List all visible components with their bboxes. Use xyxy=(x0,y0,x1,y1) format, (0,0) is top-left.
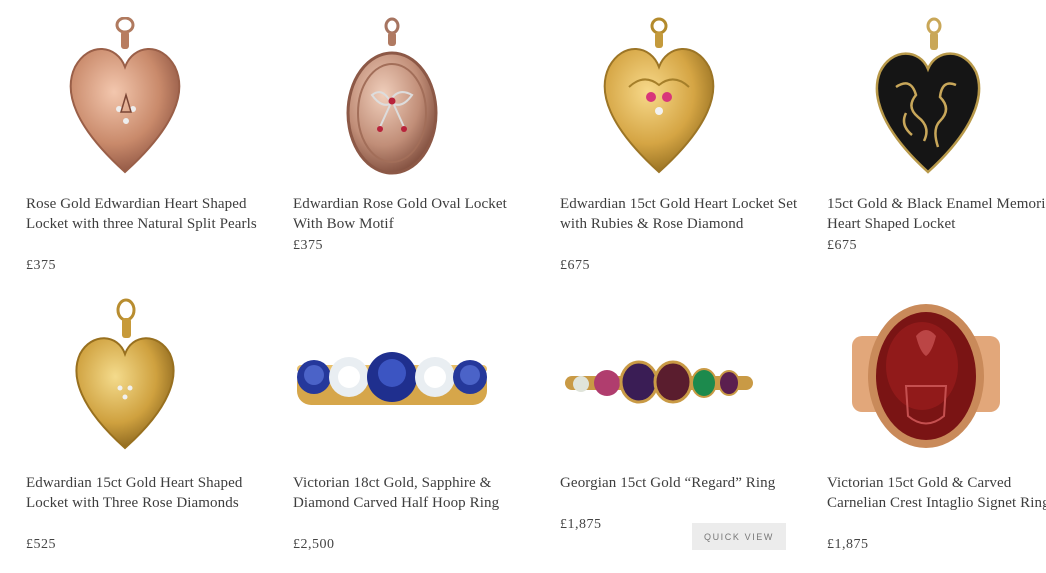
product-price: £2,500 xyxy=(293,537,335,552)
product-title[interactable]: 15ct Gold & Black Enamel Memorial Heart … xyxy=(827,194,1046,234)
product-image[interactable] xyxy=(267,291,517,461)
product-image[interactable] xyxy=(801,12,1046,182)
product-card[interactable]: Edwardian 15ct Gold Heart Locket Set wit… xyxy=(560,8,810,278)
product-price: £675 xyxy=(827,238,857,253)
product-card[interactable]: Victorian 15ct Gold & Carved Carnelian C… xyxy=(827,287,1046,557)
product-price: £375 xyxy=(26,258,56,273)
product-title[interactable]: Victorian 15ct Gold & Carved Carnelian C… xyxy=(827,473,1046,513)
product-image[interactable] xyxy=(0,12,250,182)
product-title[interactable]: Victorian 18ct Gold, Sapphire & Diamond … xyxy=(293,473,533,513)
product-card[interactable]: Edwardian 15ct Gold Heart Shaped Locket … xyxy=(26,287,276,557)
product-image[interactable] xyxy=(0,291,250,461)
product-title[interactable]: Georgian 15ct Gold “Regard” Ring xyxy=(560,473,800,493)
product-card[interactable]: Georgian 15ct Gold “Regard” Ring £1,875 xyxy=(560,287,810,557)
product-card[interactable]: Rose Gold Edwardian Heart Shaped Locket … xyxy=(26,8,276,278)
product-price: £1,875 xyxy=(560,517,602,532)
product-price: £375 xyxy=(293,238,323,253)
product-title[interactable]: Edwardian 15ct Gold Heart Shaped Locket … xyxy=(26,473,266,513)
product-title[interactable]: Rose Gold Edwardian Heart Shaped Locket … xyxy=(26,194,266,234)
quick-view-button[interactable]: QUICK VIEW xyxy=(692,523,786,550)
product-title[interactable]: Edwardian Rose Gold Oval Locket With Bow… xyxy=(293,194,533,234)
product-card[interactable]: Victorian 18ct Gold, Sapphire & Diamond … xyxy=(293,287,543,557)
product-image[interactable] xyxy=(534,12,784,182)
product-card[interactable]: Edwardian Rose Gold Oval Locket With Bow… xyxy=(293,8,543,278)
product-title[interactable]: Edwardian 15ct Gold Heart Locket Set wit… xyxy=(560,194,800,234)
product-image[interactable] xyxy=(534,291,784,461)
product-image[interactable] xyxy=(267,12,517,182)
product-card[interactable]: 15ct Gold & Black Enamel Memorial Heart … xyxy=(827,8,1046,278)
product-price: £1,875 xyxy=(827,537,869,552)
product-price: £675 xyxy=(560,258,590,273)
product-price: £525 xyxy=(26,537,56,552)
product-image[interactable] xyxy=(801,291,1046,461)
